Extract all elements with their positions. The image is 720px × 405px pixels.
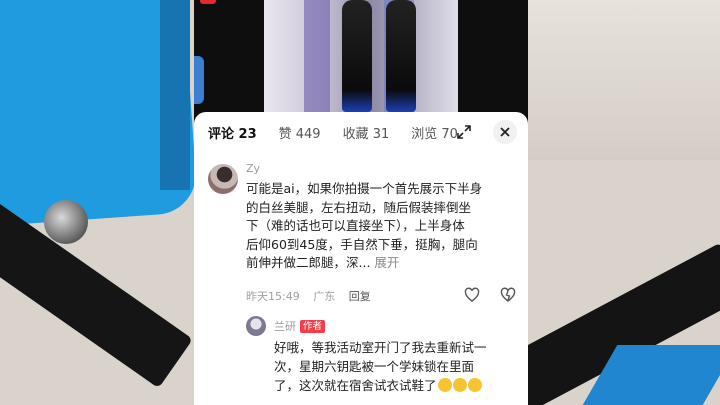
background-blue-edge bbox=[160, 0, 190, 190]
comment-text: 可能是ai，如果你拍摄一个首先展示下半身 的白丝美腿，左右扭动，随后假装摔倒坐 … bbox=[246, 180, 518, 273]
reply-line: 次，星期六钥匙被一个学妹锁在里面 bbox=[274, 359, 475, 374]
comment-panel: 评论 23 赞 449 收藏 31 浏览 70 Zy 可能是ai，如果你拍摄一个… bbox=[194, 112, 528, 405]
laugh-emoji-icon bbox=[452, 378, 467, 392]
tab-favorites[interactable]: 收藏 31 bbox=[343, 123, 390, 142]
expand-icon[interactable] bbox=[456, 124, 472, 140]
comment-last-line: 前伸并做二郎腿，深... bbox=[246, 255, 371, 271]
like-icon[interactable] bbox=[464, 287, 480, 303]
tab-bar: 评论 23 赞 449 收藏 31 浏览 70 bbox=[194, 112, 528, 152]
comment-line: 可能是ai，如果你拍摄一个首先展示下半身 bbox=[246, 181, 483, 196]
reply-line: 好哦，等我活动室开门了我去重新试一 bbox=[274, 340, 487, 355]
video-light-stripe bbox=[304, 0, 330, 112]
comment-location: 广东 bbox=[313, 290, 336, 303]
reply-line: 了，这次就在宿舍试衣试鞋了 bbox=[274, 376, 518, 395]
tab-likes[interactable]: 赞 449 bbox=[279, 123, 321, 142]
video-boot-left bbox=[342, 0, 372, 112]
comment-line: 后仰60到45度，手自然下垂，挺胸，腿向 bbox=[246, 236, 478, 252]
reply-last-line: 了，这次就在宿舍试衣试鞋了 bbox=[274, 378, 437, 393]
reply-button[interactable]: 回复 bbox=[349, 290, 371, 303]
close-icon bbox=[500, 127, 510, 137]
reply-text: 好哦，等我活动室开门了我去重新试一 次，星期六钥匙被一个学妹锁在里面 了，这次就… bbox=[274, 338, 518, 395]
tab-views[interactable]: 浏览 70 bbox=[411, 123, 458, 142]
laugh-emoji-icon bbox=[467, 378, 482, 392]
expand-link[interactable]: 展开 bbox=[374, 255, 399, 270]
comment-line: 下（难的话也可以直接坐下），上半身体 bbox=[246, 218, 465, 234]
comment-line: 前伸并做二郎腿，深... 展开 bbox=[246, 254, 518, 273]
comment-line: 的白丝美腿，左右扭动，随后假装摔倒坐 bbox=[246, 199, 472, 215]
laugh-emoji-icon bbox=[437, 378, 452, 392]
red-indicator bbox=[200, 0, 216, 4]
avatar[interactable] bbox=[208, 164, 238, 194]
avatar[interactable] bbox=[246, 316, 266, 336]
side-handle[interactable] bbox=[194, 56, 204, 104]
close-button[interactable] bbox=[493, 120, 517, 144]
reply-username[interactable]: 兰研 bbox=[274, 320, 296, 333]
background-right-area bbox=[520, 0, 720, 160]
author-badge: 作者 bbox=[300, 320, 326, 333]
background-rivet bbox=[44, 200, 88, 244]
tab-comments[interactable]: 评论 23 bbox=[208, 123, 257, 142]
comment-meta: 昨天15:49 广东 回复 bbox=[246, 287, 518, 304]
phone-screen: 评论 23 赞 449 收藏 31 浏览 70 Zy 可能是ai，如果你拍摄一个… bbox=[194, 0, 528, 405]
comment-time: 昨天15:49 bbox=[246, 290, 300, 303]
comment-username[interactable]: Zy bbox=[246, 162, 260, 175]
dislike-icon[interactable] bbox=[500, 287, 516, 303]
reply-username-row: 兰研 作者 bbox=[274, 318, 326, 334]
video-boot-right bbox=[386, 0, 416, 112]
video-preview[interactable] bbox=[264, 0, 458, 112]
